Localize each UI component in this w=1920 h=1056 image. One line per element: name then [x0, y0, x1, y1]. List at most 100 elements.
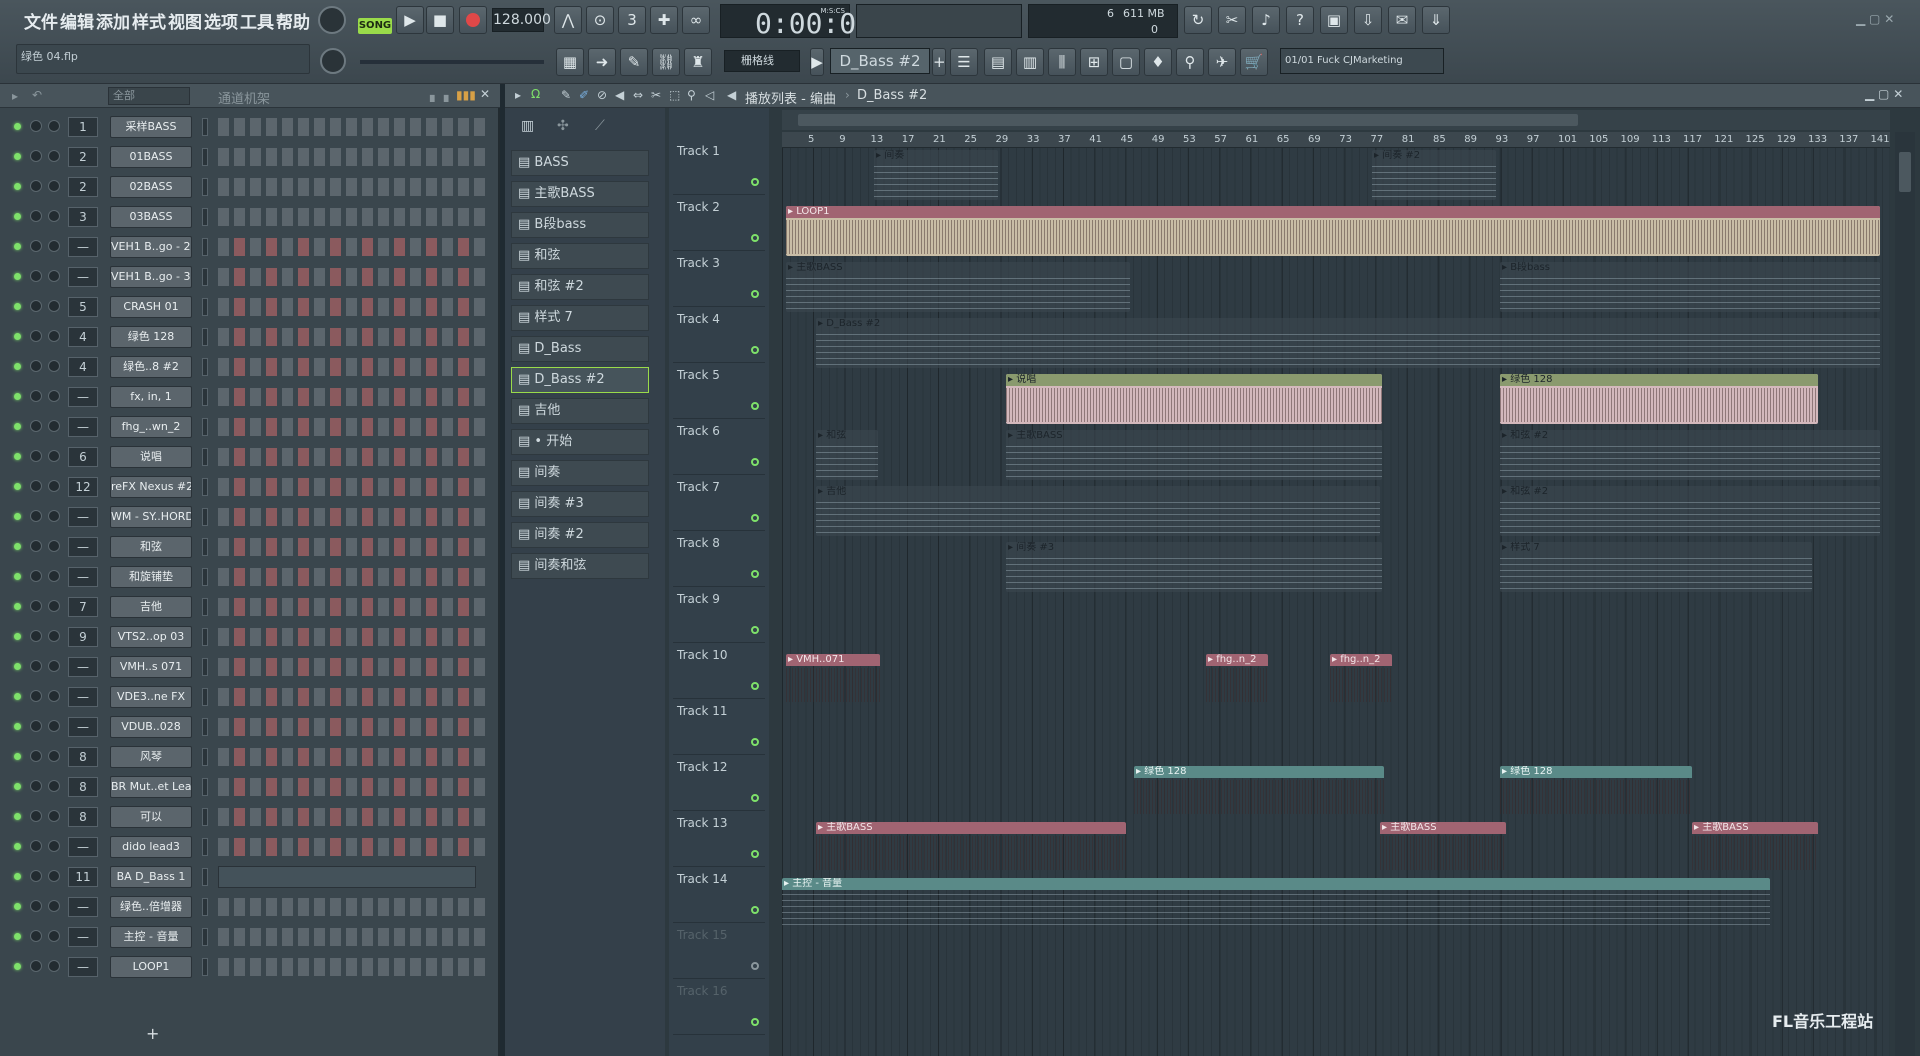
channel-name-button[interactable]: 02BASS: [110, 176, 192, 198]
step-sequencer-row[interactable]: [218, 928, 488, 946]
menu-view[interactable]: 视图: [168, 8, 202, 33]
piano-roll-window-icon[interactable]: ▤: [984, 48, 1012, 76]
channel-pan-knob[interactable]: [30, 810, 42, 822]
track-mute-led[interactable]: [751, 962, 759, 970]
channel-row[interactable]: — 主控 - 音量: [8, 924, 492, 950]
add-channel-button[interactable]: +: [146, 1024, 159, 1043]
channel-mixer-track[interactable]: 9: [68, 627, 98, 647]
playlist-clip[interactable]: ▸ 间奏 #3: [1006, 542, 1382, 592]
channel-name-button[interactable]: 和旋铺垫: [110, 566, 192, 588]
channel-enable-led[interactable]: [14, 573, 21, 580]
playlist-clip[interactable]: ▸ 主歌BASS: [786, 262, 1130, 312]
channel-volume-knob[interactable]: [48, 270, 60, 282]
playlist-menu-icon[interactable]: ▸: [515, 88, 521, 102]
channel-pan-knob[interactable]: [30, 780, 42, 792]
channel-mixer-track[interactable]: —: [68, 387, 98, 407]
channel-row[interactable]: 5 CRASH 01: [8, 294, 492, 320]
channel-enable-led[interactable]: [14, 273, 21, 280]
add-pattern-icon[interactable]: +: [932, 48, 946, 76]
channel-volume-knob[interactable]: [48, 300, 60, 312]
channel-name-button[interactable]: 主控 - 音量: [110, 926, 192, 948]
link-icon[interactable]: ⛓: [652, 48, 680, 76]
playlist-window-icon[interactable]: ☰: [950, 48, 978, 76]
channel-enable-led[interactable]: [14, 363, 21, 370]
step-sequencer-row[interactable]: [218, 898, 488, 916]
channel-mixer-track[interactable]: 3: [68, 207, 98, 227]
time-display[interactable]: 0:00:00 M:S:CS: [720, 4, 873, 40]
play-button[interactable]: ▶: [396, 6, 424, 34]
zoom-tool-icon[interactable]: ⚲: [687, 88, 696, 102]
channel-select-indicator[interactable]: [202, 268, 208, 286]
graph-icon[interactable]: ▖▗: [430, 88, 448, 102]
channel-pan-knob[interactable]: [30, 300, 42, 312]
playlist-clip[interactable]: ▸ 绿色 128: [1500, 374, 1818, 424]
track-header[interactable]: Track 10: [673, 644, 765, 699]
channel-enable-led[interactable]: [14, 813, 21, 820]
pattern-item[interactable]: ▤ • 开始: [511, 429, 649, 455]
metronome-icon[interactable]: ⋀: [554, 6, 582, 34]
channel-select-indicator[interactable]: [202, 808, 208, 826]
cart-icon[interactable]: 🛒: [1240, 48, 1268, 76]
pattern-selector[interactable]: D_Bass #2: [830, 48, 930, 74]
channel-pan-knob[interactable]: [30, 390, 42, 402]
channel-select-indicator[interactable]: [202, 628, 208, 646]
channel-mixer-track[interactable]: 7: [68, 597, 98, 617]
channel-volume-knob[interactable]: [48, 510, 60, 522]
track-header[interactable]: Track 4: [673, 308, 765, 363]
channel-select-indicator[interactable]: [202, 418, 208, 436]
channel-enable-led[interactable]: [14, 333, 21, 340]
channel-select-indicator[interactable]: [202, 838, 208, 856]
pattern-item[interactable]: ▤ 间奏 #3: [511, 491, 649, 517]
channel-name-button[interactable]: WM - SY..HORDS: [110, 506, 192, 528]
step-sequencer-row[interactable]: [218, 718, 488, 736]
channel-enable-led[interactable]: [14, 213, 21, 220]
channel-mixer-track[interactable]: 8: [68, 747, 98, 767]
track-header[interactable]: Track 9: [673, 588, 765, 643]
channel-mixer-track[interactable]: —: [68, 957, 98, 977]
channel-enable-led[interactable]: [14, 783, 21, 790]
channel-mixer-track[interactable]: —: [68, 927, 98, 947]
channel-name-button[interactable]: VDE3..ne FX: [110, 686, 192, 708]
mixer-window-icon[interactable]: ⫼: [1048, 48, 1076, 76]
channel-select-indicator[interactable]: [202, 868, 208, 886]
track-mute-led[interactable]: [751, 514, 759, 522]
step-sequencer-row[interactable]: [218, 358, 488, 376]
chat-icon[interactable]: ✉: [1388, 6, 1416, 34]
channel-pan-knob[interactable]: [30, 150, 42, 162]
channel-row[interactable]: — VEH1 B..go - 39: [8, 264, 492, 290]
track-header[interactable]: Track 7: [673, 476, 765, 531]
playlist-clip[interactable]: ▸ 主歌BASS: [1006, 430, 1382, 480]
pattern-item[interactable]: ▤ D_Bass #2: [511, 367, 649, 393]
close-icon[interactable]: ✕: [480, 87, 490, 101]
channel-volume-knob[interactable]: [48, 900, 60, 912]
channel-enable-led[interactable]: [14, 753, 21, 760]
channel-volume-knob[interactable]: [48, 150, 60, 162]
channel-enable-led[interactable]: [14, 633, 21, 640]
channel-row[interactable]: 3 03BASS: [8, 204, 492, 230]
channel-select-indicator[interactable]: [202, 778, 208, 796]
channel-pan-knob[interactable]: [30, 630, 42, 642]
channel-enable-led[interactable]: [14, 183, 21, 190]
playlist-scrollbar-area[interactable]: [782, 110, 1890, 130]
channel-enable-led[interactable]: [14, 843, 21, 850]
channel-mixer-track[interactable]: —: [68, 687, 98, 707]
step-sequencer-row[interactable]: [218, 208, 488, 226]
channel-name-button[interactable]: VTS2..op 03: [110, 626, 192, 648]
channel-select-indicator[interactable]: [202, 928, 208, 946]
channel-name-button[interactable]: LOOP1: [110, 956, 192, 978]
step-view-icon[interactable]: ▮▮▮: [456, 88, 476, 102]
channel-enable-led[interactable]: [14, 933, 21, 940]
channel-name-button[interactable]: 01BASS: [110, 146, 192, 168]
menu-file[interactable]: 文件: [24, 8, 58, 33]
channel-enable-led[interactable]: [14, 483, 21, 490]
channel-pan-knob[interactable]: [30, 360, 42, 372]
tempo-display[interactable]: 128.000: [492, 8, 551, 32]
playlist-clip[interactable]: ▸ LOOP1: [786, 206, 1880, 256]
track-mute-led[interactable]: [751, 794, 759, 802]
channel-name-button[interactable]: VEH1 B..go - 39: [110, 266, 192, 288]
plugin-picker-icon[interactable]: ▢: [1112, 48, 1140, 76]
step-sequencer-row[interactable]: [218, 298, 488, 316]
track-header[interactable]: Track 15: [673, 924, 765, 979]
channel-volume-knob[interactable]: [48, 240, 60, 252]
master-volume-knob[interactable]: [318, 6, 346, 34]
